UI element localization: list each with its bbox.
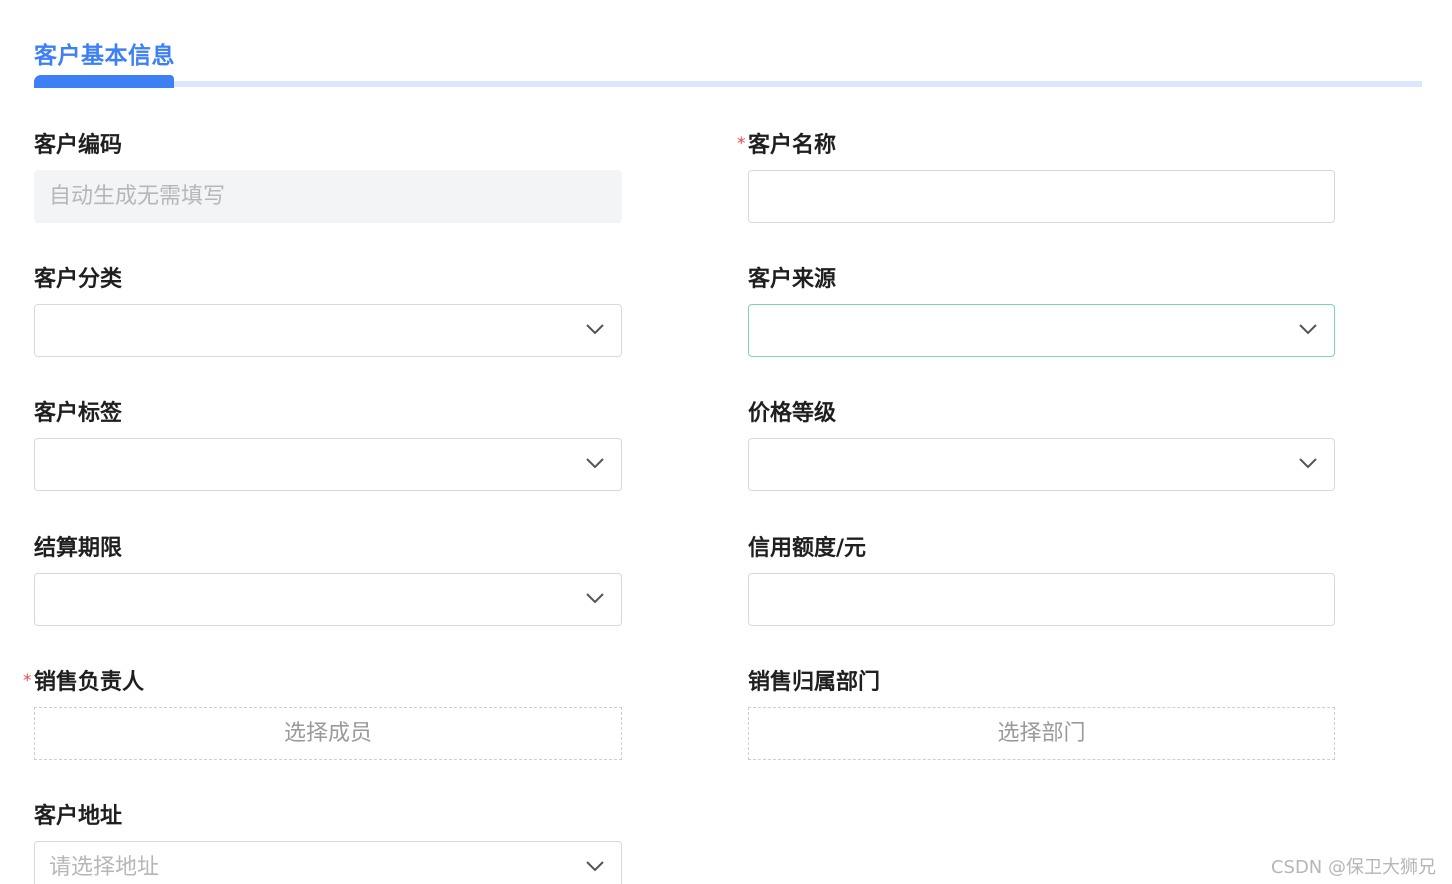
customer-source-label: 客户来源 bbox=[748, 267, 837, 292]
customer-category-select[interactable] bbox=[34, 304, 622, 357]
select-member-button[interactable]: 选择成员 bbox=[34, 707, 622, 760]
settlement-period-select[interactable] bbox=[34, 573, 622, 626]
chevron-down-icon bbox=[586, 324, 604, 335]
price-level-label: 价格等级 bbox=[748, 401, 837, 426]
field-credit-limit: 信用额度/元 bbox=[748, 535, 1335, 626]
field-customer-tags: 客户标签 bbox=[34, 400, 622, 491]
select-member-label: 选择成员 bbox=[283, 721, 372, 746]
customer-code-label: 客户编码 bbox=[34, 133, 123, 158]
credit-limit-label: 信用额度/元 bbox=[748, 536, 867, 561]
field-customer-address: 客户地址 请选择地址 bbox=[34, 803, 622, 884]
field-customer-source: 客户来源 bbox=[748, 266, 1335, 357]
customer-name-input[interactable] bbox=[748, 170, 1335, 223]
customer-address-label: 客户地址 bbox=[34, 804, 123, 829]
chevron-down-icon bbox=[586, 458, 604, 469]
customer-code-input: 自动生成无需填写 bbox=[34, 170, 622, 223]
chevron-down-icon bbox=[586, 593, 604, 604]
credit-limit-input[interactable] bbox=[748, 573, 1335, 626]
field-sales-department: 销售归属部门 选择部门 bbox=[748, 669, 1335, 760]
field-price-level: 价格等级 bbox=[748, 400, 1335, 491]
customer-address-select[interactable]: 请选择地址 bbox=[34, 841, 622, 884]
select-department-label: 选择部门 bbox=[997, 721, 1086, 746]
customer-category-label: 客户分类 bbox=[34, 267, 123, 292]
section-title[interactable]: 客户基本信息 bbox=[34, 36, 175, 70]
price-level-select[interactable] bbox=[748, 438, 1335, 491]
section-tab-indicator bbox=[34, 75, 174, 88]
customer-tags-label: 客户标签 bbox=[34, 401, 123, 426]
sales-owner-label: 销售负责人 bbox=[34, 670, 145, 695]
customer-name-label-row: * 客户名称 bbox=[737, 132, 1335, 160]
required-mark: * bbox=[23, 671, 32, 691]
chevron-down-icon bbox=[586, 861, 604, 872]
customer-form-page: 客户基本信息 客户编码 自动生成无需填写 * 客户名称 客户分类 客户来源 客户… bbox=[0, 0, 1452, 884]
required-mark: * bbox=[737, 134, 746, 154]
chevron-down-icon bbox=[1299, 458, 1317, 469]
chevron-down-icon bbox=[1299, 324, 1317, 335]
customer-address-placeholder: 请选择地址 bbox=[49, 855, 160, 880]
select-department-button[interactable]: 选择部门 bbox=[748, 707, 1335, 760]
section-tab-track bbox=[34, 81, 1422, 87]
sales-owner-label-row: * 销售负责人 bbox=[23, 669, 622, 697]
customer-name-label: 客户名称 bbox=[748, 133, 837, 158]
settlement-period-label: 结算期限 bbox=[34, 536, 123, 561]
customer-tags-select[interactable] bbox=[34, 438, 622, 491]
customer-source-select[interactable] bbox=[748, 304, 1335, 357]
customer-code-placeholder: 自动生成无需填写 bbox=[49, 184, 226, 209]
watermark: CSDN @保卫大狮兄 bbox=[1270, 857, 1436, 878]
field-customer-name: * 客户名称 bbox=[737, 132, 1335, 223]
field-customer-code: 客户编码 自动生成无需填写 bbox=[34, 132, 622, 223]
field-sales-owner: * 销售负责人 选择成员 bbox=[23, 669, 622, 760]
field-settlement-period: 结算期限 bbox=[34, 535, 622, 626]
field-customer-category: 客户分类 bbox=[34, 266, 622, 357]
sales-department-label: 销售归属部门 bbox=[748, 670, 881, 695]
